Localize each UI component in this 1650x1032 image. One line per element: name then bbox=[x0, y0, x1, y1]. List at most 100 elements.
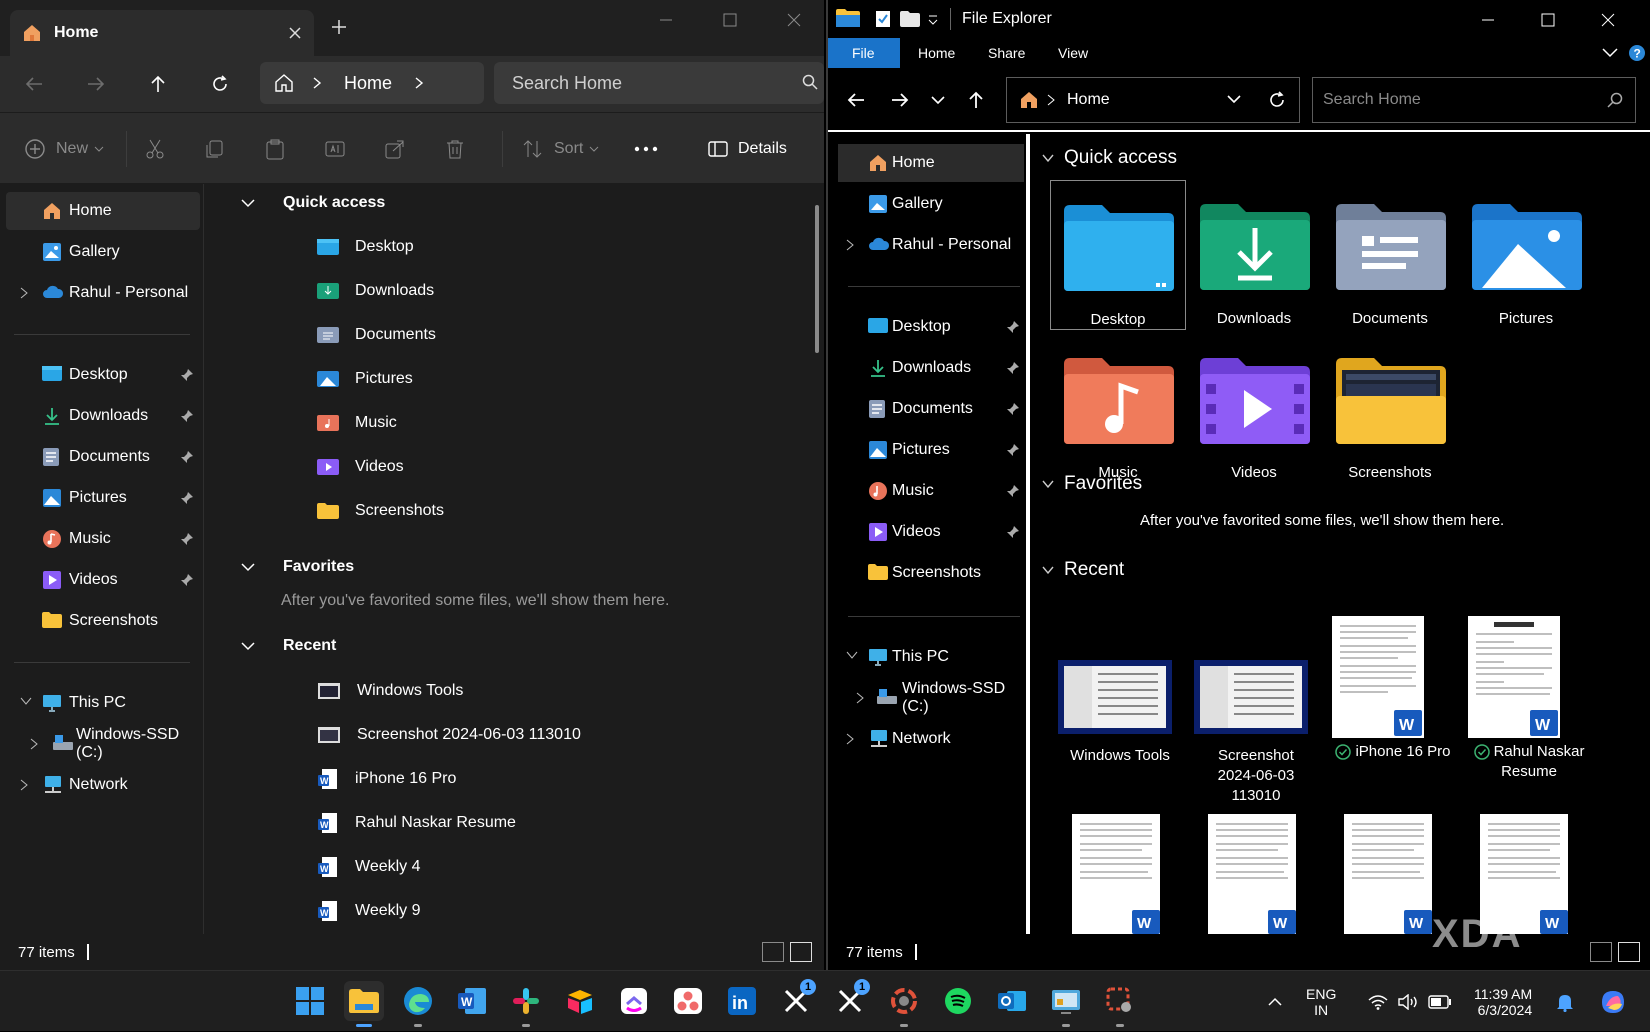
folder-tile-documents[interactable]: Documents bbox=[1322, 180, 1458, 327]
chevron-down-icon[interactable] bbox=[846, 651, 858, 659]
nav-downloads[interactable]: Downloads bbox=[838, 349, 1024, 387]
folder-tile-videos[interactable]: Videos bbox=[1186, 334, 1322, 481]
nav-gallery[interactable]: Gallery bbox=[838, 185, 1024, 223]
chevron-right-icon[interactable] bbox=[414, 77, 424, 89]
expand-ribbon-icon[interactable] bbox=[1602, 48, 1618, 58]
nav-onedrive[interactable]: Rahul - Personal bbox=[838, 226, 1024, 264]
delete-button[interactable] bbox=[444, 135, 466, 163]
list-item[interactable]: Screenshots bbox=[317, 496, 444, 526]
tab-home[interactable]: Home bbox=[10, 10, 314, 56]
section-quick-access[interactable]: Quick access bbox=[241, 188, 385, 218]
list-item[interactable]: WiPhone 16 Pro bbox=[317, 764, 456, 794]
recent-item-screenshot[interactable]: Screenshot 2024-06-03 113010 bbox=[1194, 660, 1318, 804]
nav-pictures[interactable]: Pictures bbox=[6, 479, 200, 517]
section-favorites[interactable]: Favorites bbox=[241, 552, 354, 582]
list-item[interactable]: Windows Tools bbox=[317, 676, 463, 706]
forward-button[interactable] bbox=[880, 80, 920, 120]
maximize-button[interactable] bbox=[1518, 0, 1578, 40]
close-window-button[interactable] bbox=[764, 0, 824, 40]
list-item[interactable]: Desktop bbox=[317, 232, 414, 262]
list-item[interactable]: W Rahul Naskar Resume bbox=[317, 808, 516, 838]
section-recent[interactable]: Recent bbox=[241, 631, 336, 661]
tiles-view-button[interactable] bbox=[1618, 942, 1640, 962]
folder-tile-screenshots[interactable]: Screenshots bbox=[1322, 334, 1458, 481]
address-bar[interactable]: Home bbox=[260, 62, 484, 104]
nav-gallery[interactable]: Gallery bbox=[6, 233, 200, 271]
recent-locations-button[interactable] bbox=[918, 80, 958, 120]
nav-downloads[interactable]: Downloads bbox=[6, 397, 200, 435]
nav-onedrive[interactable]: Rahul - Personal bbox=[6, 274, 200, 312]
clock[interactable]: 11:39 AM 6/3/2024 bbox=[1474, 971, 1532, 1032]
nav-desktop[interactable]: Desktop bbox=[6, 356, 200, 394]
copilot-button[interactable] bbox=[1598, 971, 1628, 1032]
start-button[interactable] bbox=[290, 981, 330, 1021]
ribbon-tab-share[interactable]: Share bbox=[988, 38, 1025, 68]
taskbar-snipping-tool[interactable] bbox=[1100, 981, 1140, 1027]
refresh-icon[interactable] bbox=[1267, 90, 1287, 110]
nav-pictures[interactable]: Pictures bbox=[838, 431, 1024, 469]
maximize-button[interactable] bbox=[700, 0, 760, 40]
language-indicator[interactable]: ENG IN bbox=[1306, 971, 1336, 1032]
taskbar-file-explorer[interactable] bbox=[344, 981, 384, 1027]
new-tab-button[interactable] bbox=[330, 18, 348, 36]
recent-item-resume[interactable]: W Rahul Naskar Resume bbox=[1464, 616, 1594, 780]
new-button[interactable]: New bbox=[24, 135, 104, 163]
chevron-down-icon[interactable] bbox=[241, 641, 255, 651]
close-tab-icon[interactable] bbox=[288, 26, 302, 40]
close-window-button[interactable] bbox=[1578, 0, 1638, 40]
recent-item-iphone-16-pro[interactable]: W iPhone 16 Pro bbox=[1328, 616, 1458, 760]
sort-button[interactable]: Sort bbox=[522, 135, 599, 163]
nav-this-pc[interactable]: This PC bbox=[838, 638, 1024, 676]
ribbon-tab-view[interactable]: View bbox=[1058, 38, 1088, 68]
quick-settings-button[interactable] bbox=[1368, 971, 1452, 1032]
new-folder-quick-icon[interactable] bbox=[900, 10, 920, 28]
nav-windows-ssd[interactable]: Windows-SSD (C:) bbox=[838, 679, 1024, 717]
chevron-down-icon[interactable] bbox=[1042, 480, 1054, 488]
address-segment-home[interactable]: Home bbox=[1067, 91, 1110, 109]
cut-button[interactable] bbox=[144, 135, 166, 163]
chevron-right-icon[interactable] bbox=[846, 733, 854, 745]
nav-network[interactable]: Network bbox=[838, 720, 1024, 758]
nav-screenshots[interactable]: Screenshots bbox=[6, 602, 200, 640]
list-item[interactable]: Downloads bbox=[317, 276, 434, 306]
nav-windows-ssd[interactable]: Windows-SSD (C:) bbox=[6, 725, 200, 763]
taskbar-airtable[interactable] bbox=[560, 981, 600, 1021]
ribbon-tab-file[interactable]: File bbox=[828, 38, 900, 68]
folder-tile-desktop[interactable]: Desktop bbox=[1050, 180, 1186, 330]
chevron-right-icon[interactable] bbox=[856, 692, 864, 704]
nav-home[interactable]: Home bbox=[6, 192, 200, 230]
up-button[interactable] bbox=[956, 80, 996, 120]
folder-tile-pictures[interactable]: Pictures bbox=[1458, 180, 1594, 327]
taskbar-x-2[interactable]: 1 bbox=[830, 979, 870, 1021]
nav-music[interactable]: Music bbox=[6, 520, 200, 558]
list-item[interactable]: W Weekly 4 bbox=[317, 852, 421, 882]
paste-button[interactable] bbox=[264, 135, 286, 163]
recent-doc-thumbnail[interactable]: W bbox=[1208, 814, 1328, 934]
share-button[interactable] bbox=[384, 135, 406, 163]
search-input[interactable]: Search Home bbox=[1312, 77, 1636, 123]
up-button[interactable] bbox=[138, 64, 178, 104]
list-item[interactable]: Screenshot 2024-06-03 113010 bbox=[317, 720, 581, 750]
refresh-button[interactable] bbox=[200, 64, 240, 104]
chevron-right-icon[interactable] bbox=[20, 779, 28, 791]
address-bar[interactable]: Home bbox=[1006, 77, 1300, 123]
taskbar-edge[interactable] bbox=[398, 981, 438, 1027]
notifications-button[interactable] bbox=[1556, 971, 1574, 1032]
rename-button[interactable] bbox=[324, 135, 346, 163]
nav-this-pc[interactable]: This PC bbox=[6, 684, 200, 722]
recent-doc-thumbnail[interactable]: W bbox=[1072, 814, 1192, 934]
chevron-right-icon[interactable] bbox=[846, 239, 854, 251]
back-button[interactable] bbox=[836, 80, 876, 120]
taskbar-word[interactable]: W bbox=[452, 981, 492, 1021]
recent-item-windows-tools[interactable]: Windows Tools bbox=[1058, 660, 1182, 784]
search-input[interactable]: Search Home bbox=[494, 62, 824, 104]
taskbar-clickup[interactable] bbox=[614, 981, 654, 1021]
forward-button[interactable] bbox=[76, 64, 116, 104]
taskbar-tool[interactable] bbox=[884, 981, 924, 1027]
chevron-down-icon[interactable] bbox=[20, 697, 32, 705]
taskbar-control-panel[interactable] bbox=[1046, 981, 1086, 1027]
section-favorites[interactable]: Favorites bbox=[1042, 470, 1142, 498]
chevron-right-icon[interactable] bbox=[30, 738, 38, 750]
list-item[interactable]: Music bbox=[317, 408, 397, 438]
taskbar-x-1[interactable]: 1 bbox=[776, 979, 816, 1021]
